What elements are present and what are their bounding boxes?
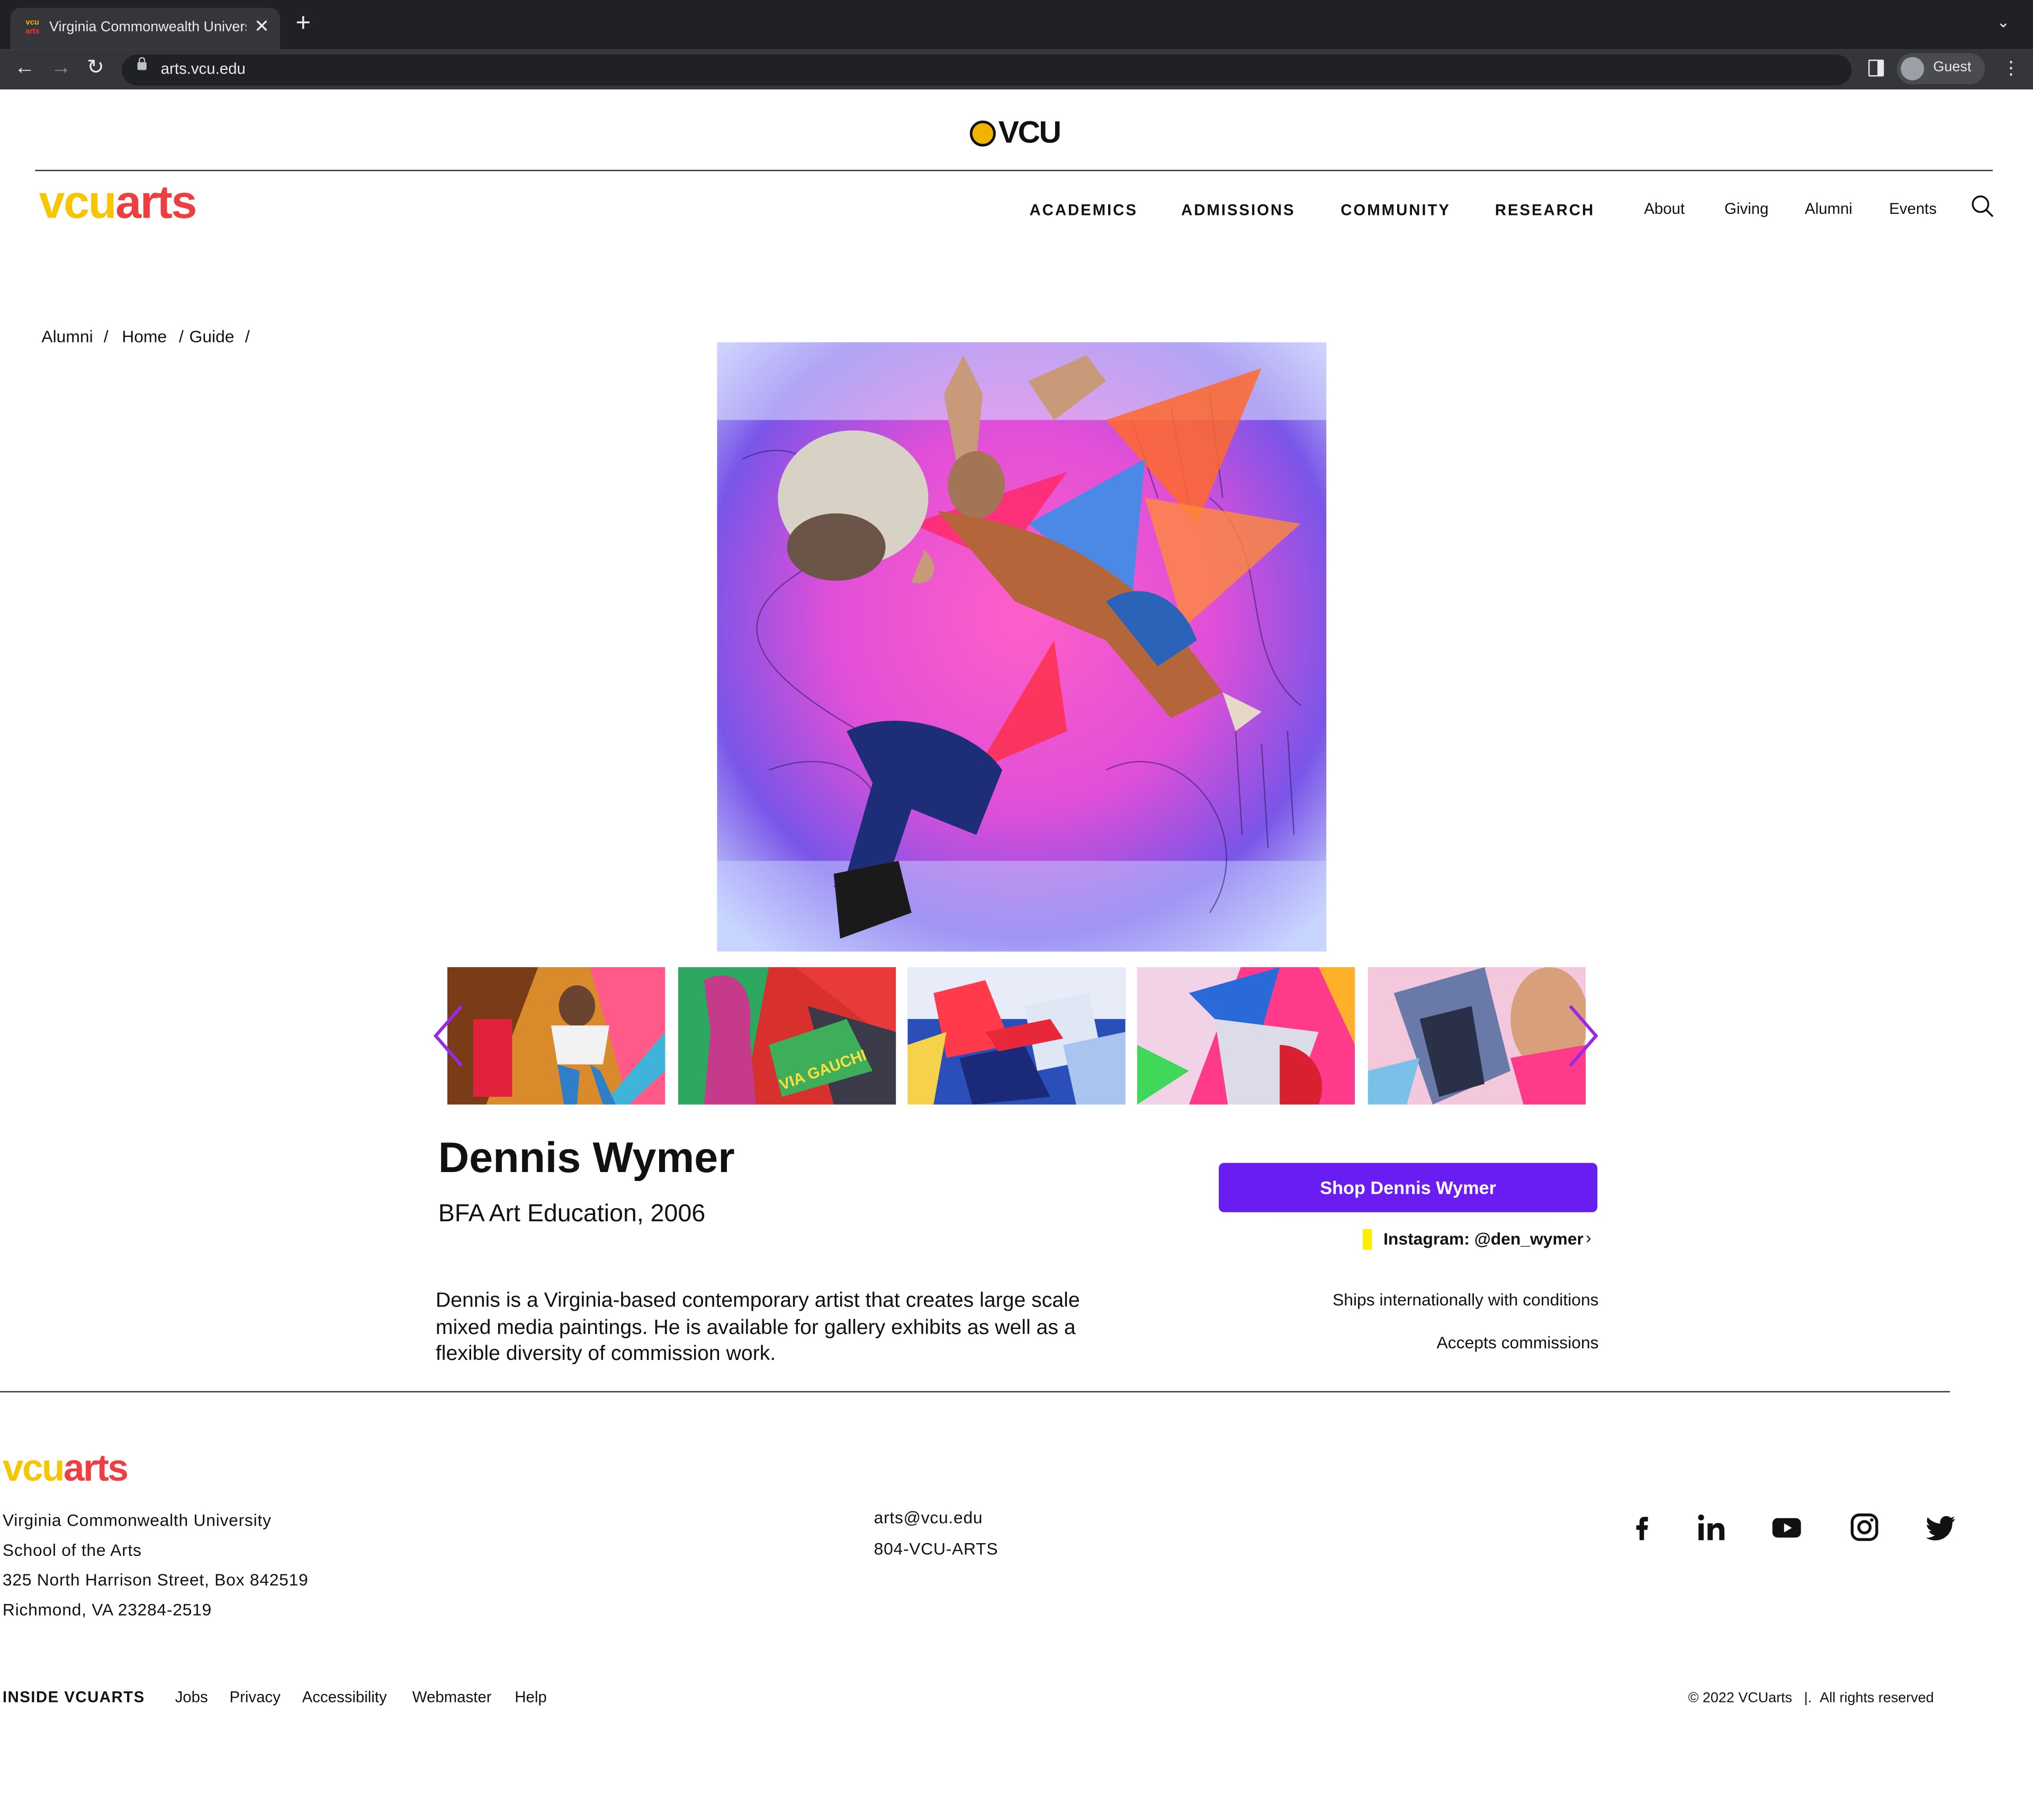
vcu-wordmark: VCU (998, 115, 1062, 151)
featured-artwork-image (717, 342, 1327, 952)
twitter-icon[interactable] (1926, 1512, 1957, 1543)
footer-link-privacy[interactable]: Privacy (229, 1688, 280, 1706)
address-bar[interactable]: arts.vcu.edu (122, 54, 1852, 86)
back-arrow-icon[interactable]: ← (14, 56, 35, 82)
instagram-icon[interactable] (1849, 1512, 1880, 1543)
instagram-link[interactable]: Instagram: @den_wymer (1383, 1229, 1584, 1249)
footer-link-accessibility[interactable]: Accessibility (302, 1688, 387, 1706)
gallery-thumbnail-5[interactable] (1368, 967, 1586, 1105)
browser-tab[interactable]: vcu arts Virginia Commonwealth University… (10, 7, 280, 50)
nav-alumni[interactable]: Alumni (1805, 200, 1852, 218)
youtube-icon[interactable] (1771, 1512, 1802, 1543)
footer-phone-link[interactable]: 804-VCU-ARTS (874, 1539, 998, 1558)
nav-giving[interactable]: Giving (1724, 200, 1768, 218)
vcu-university-logo[interactable]: VCU (969, 115, 1062, 151)
artist-bio: Dennis is a Virginia-based contemporary … (435, 1290, 1080, 1366)
tab-title: Virginia Commonwealth University (49, 19, 247, 35)
vcu-seal-icon (969, 120, 996, 147)
profile-label: Guest (1933, 59, 1972, 76)
artist-name: Dennis Wymer (438, 1133, 735, 1182)
commissions-info: Accepts commissions (1436, 1332, 1599, 1353)
linkedin-icon[interactable] (1696, 1512, 1727, 1543)
tab-search-chevron-icon[interactable]: ⌄ (1996, 13, 2010, 31)
reload-icon[interactable]: ↻ (87, 56, 104, 82)
nav-community[interactable]: COMMUNITY (1341, 201, 1451, 219)
nav-research[interactable]: RESEARCH (1495, 201, 1595, 219)
copyright-text: © 2022 VCUarts (1688, 1690, 1793, 1706)
footer-link-webmaster[interactable]: Webmaster (412, 1688, 492, 1706)
gallery-thumbnail-4[interactable] (1137, 967, 1355, 1105)
footer-link-help[interactable]: Help (515, 1688, 546, 1706)
copyright-separator: |. (1804, 1690, 1812, 1706)
breadcrumb-guide[interactable]: Guide (190, 327, 235, 346)
footer-address-line: Virginia Commonwealth University (2, 1510, 272, 1530)
nav-about[interactable]: About (1644, 200, 1685, 218)
page: vcu arts Virginia Commonwealth University… (0, 0, 2033, 1820)
nav-events[interactable]: Events (1889, 200, 1937, 218)
new-tab-icon[interactable]: + (295, 11, 311, 37)
footer-address-line: Richmond, VA 23284-2519 (2, 1600, 212, 1619)
breadcrumb-alumni[interactable]: Alumni (41, 327, 93, 346)
rights-text: All rights reserved (1820, 1690, 1934, 1706)
header-divider (35, 169, 1993, 172)
nav-admissions[interactable]: ADMISSIONS (1181, 201, 1296, 219)
shop-button[interactable]: Shop Dennis Wymer (1219, 1163, 1598, 1212)
profile-button[interactable]: Guest (1896, 53, 1985, 85)
gallery-next-arrow-icon[interactable] (1568, 1004, 1599, 1068)
gallery-thumbnail-2[interactable]: VIA GAUCHI (678, 967, 896, 1105)
footer-link-jobs[interactable]: Jobs (175, 1688, 208, 1706)
search-icon[interactable] (1971, 194, 1994, 218)
gallery-thumbnail-1[interactable] (447, 967, 665, 1105)
vcuarts-logo[interactable]: vcuarts (39, 178, 197, 226)
instagram-marker (1362, 1229, 1372, 1250)
inside-vcuarts-label: INSIDE VCUARTS (2, 1688, 145, 1706)
nav-academics[interactable]: ACADEMICS (1030, 201, 1138, 219)
tab-close-icon[interactable]: ✕ (254, 15, 269, 38)
breadcrumb-home[interactable]: Home (122, 327, 167, 346)
browser-toolbar: ← → ↻ arts.vcu.edu Guest ⋮ (0, 49, 2033, 89)
lock-icon (137, 57, 147, 70)
gallery-thumbnail-3[interactable] (907, 967, 1126, 1105)
breadcrumb-separator: / (178, 327, 184, 346)
browser-menu-icon[interactable]: ⋮ (2002, 57, 2020, 79)
side-panel-icon[interactable] (1868, 59, 1884, 77)
url-text: arts.vcu.edu (160, 59, 246, 78)
footer-address-line: School of the Arts (2, 1540, 142, 1560)
avatar-icon (1901, 57, 1924, 80)
facebook-icon[interactable] (1626, 1512, 1657, 1543)
breadcrumb-separator: / (103, 327, 109, 346)
artist-degree: BFA Art Education, 2006 (438, 1200, 706, 1228)
footer-email-link[interactable]: arts@vcu.edu (874, 1508, 983, 1527)
chevron-right-icon[interactable]: › (1586, 1228, 1591, 1247)
footer-vcuarts-logo[interactable]: vcuarts (3, 1450, 129, 1488)
vcuarts-favicon-icon: vcu arts (25, 19, 40, 37)
forward-arrow-icon[interactable]: → (51, 56, 71, 82)
footer-address-line: 325 North Harrison Street, Box 842519 (2, 1570, 309, 1590)
shipping-info: Ships internationally with conditions (1332, 1290, 1599, 1310)
copyright: © 2022 VCUarts |. All rights reserved (1688, 1690, 1934, 1706)
gallery-prev-arrow-icon[interactable] (433, 1004, 464, 1068)
breadcrumb-separator: / (245, 327, 250, 346)
browser-tab-strip: vcu arts Virginia Commonwealth University… (0, 0, 2033, 50)
content-divider (0, 1391, 1950, 1393)
